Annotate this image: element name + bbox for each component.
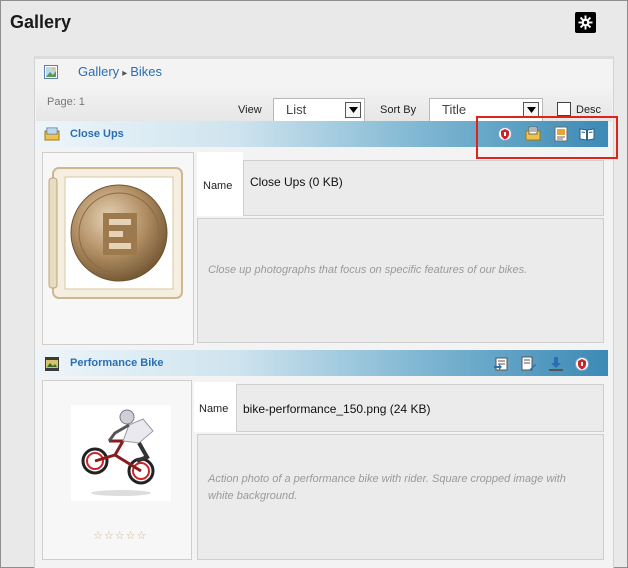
album-thumbnail-cell [42, 152, 194, 345]
image-title-link[interactable]: Performance Bike [70, 357, 164, 369]
breadcrumb-gallery-link[interactable]: Gallery [78, 64, 119, 79]
view-select-value: List [286, 102, 307, 117]
album-folder-icon [44, 126, 60, 142]
gear-icon[interactable] [575, 12, 596, 33]
highlighted-actions-box [476, 116, 618, 159]
desc-checkbox[interactable] [557, 102, 571, 116]
breadcrumb-separator: ▸ [122, 68, 128, 79]
panel-top-border [34, 56, 614, 59]
rating-stars[interactable]: ☆☆☆☆☆ [93, 529, 147, 542]
breadcrumb-bikes-link[interactable]: Bikes [130, 64, 162, 79]
sort-by-label: Sort By [380, 104, 417, 116]
name-label: Name [199, 403, 229, 415]
name-value: bike-performance_150.png (24 KB) [236, 384, 604, 432]
view-select[interactable]: List [273, 98, 365, 122]
gallery-picture-icon [44, 65, 58, 84]
album-title-link[interactable]: Close Ups [70, 128, 124, 140]
download-icon[interactable] [548, 356, 564, 372]
image-file-icon [44, 356, 60, 372]
breadcrumb: Gallery ▸ Bikes [78, 64, 162, 79]
desc-label: Desc [576, 104, 602, 116]
page-indicator: Page: 1 [47, 96, 85, 108]
chevron-down-icon[interactable] [345, 102, 361, 118]
description-text: Action photo of a performance bike with … [197, 434, 604, 560]
edit-document-icon[interactable] [520, 356, 536, 372]
security-icon[interactable] [574, 356, 590, 372]
name-label: Name [203, 180, 233, 192]
description-text: Close up photographs that focus on speci… [197, 218, 604, 343]
name-value: Close Ups (0 KB) [243, 160, 604, 216]
export-icon[interactable] [493, 356, 509, 372]
sort-select-value: Title [442, 102, 467, 117]
page-title: Gallery [10, 12, 72, 32]
view-label: View [238, 104, 262, 116]
album-coin-thumbnail[interactable] [43, 153, 193, 344]
